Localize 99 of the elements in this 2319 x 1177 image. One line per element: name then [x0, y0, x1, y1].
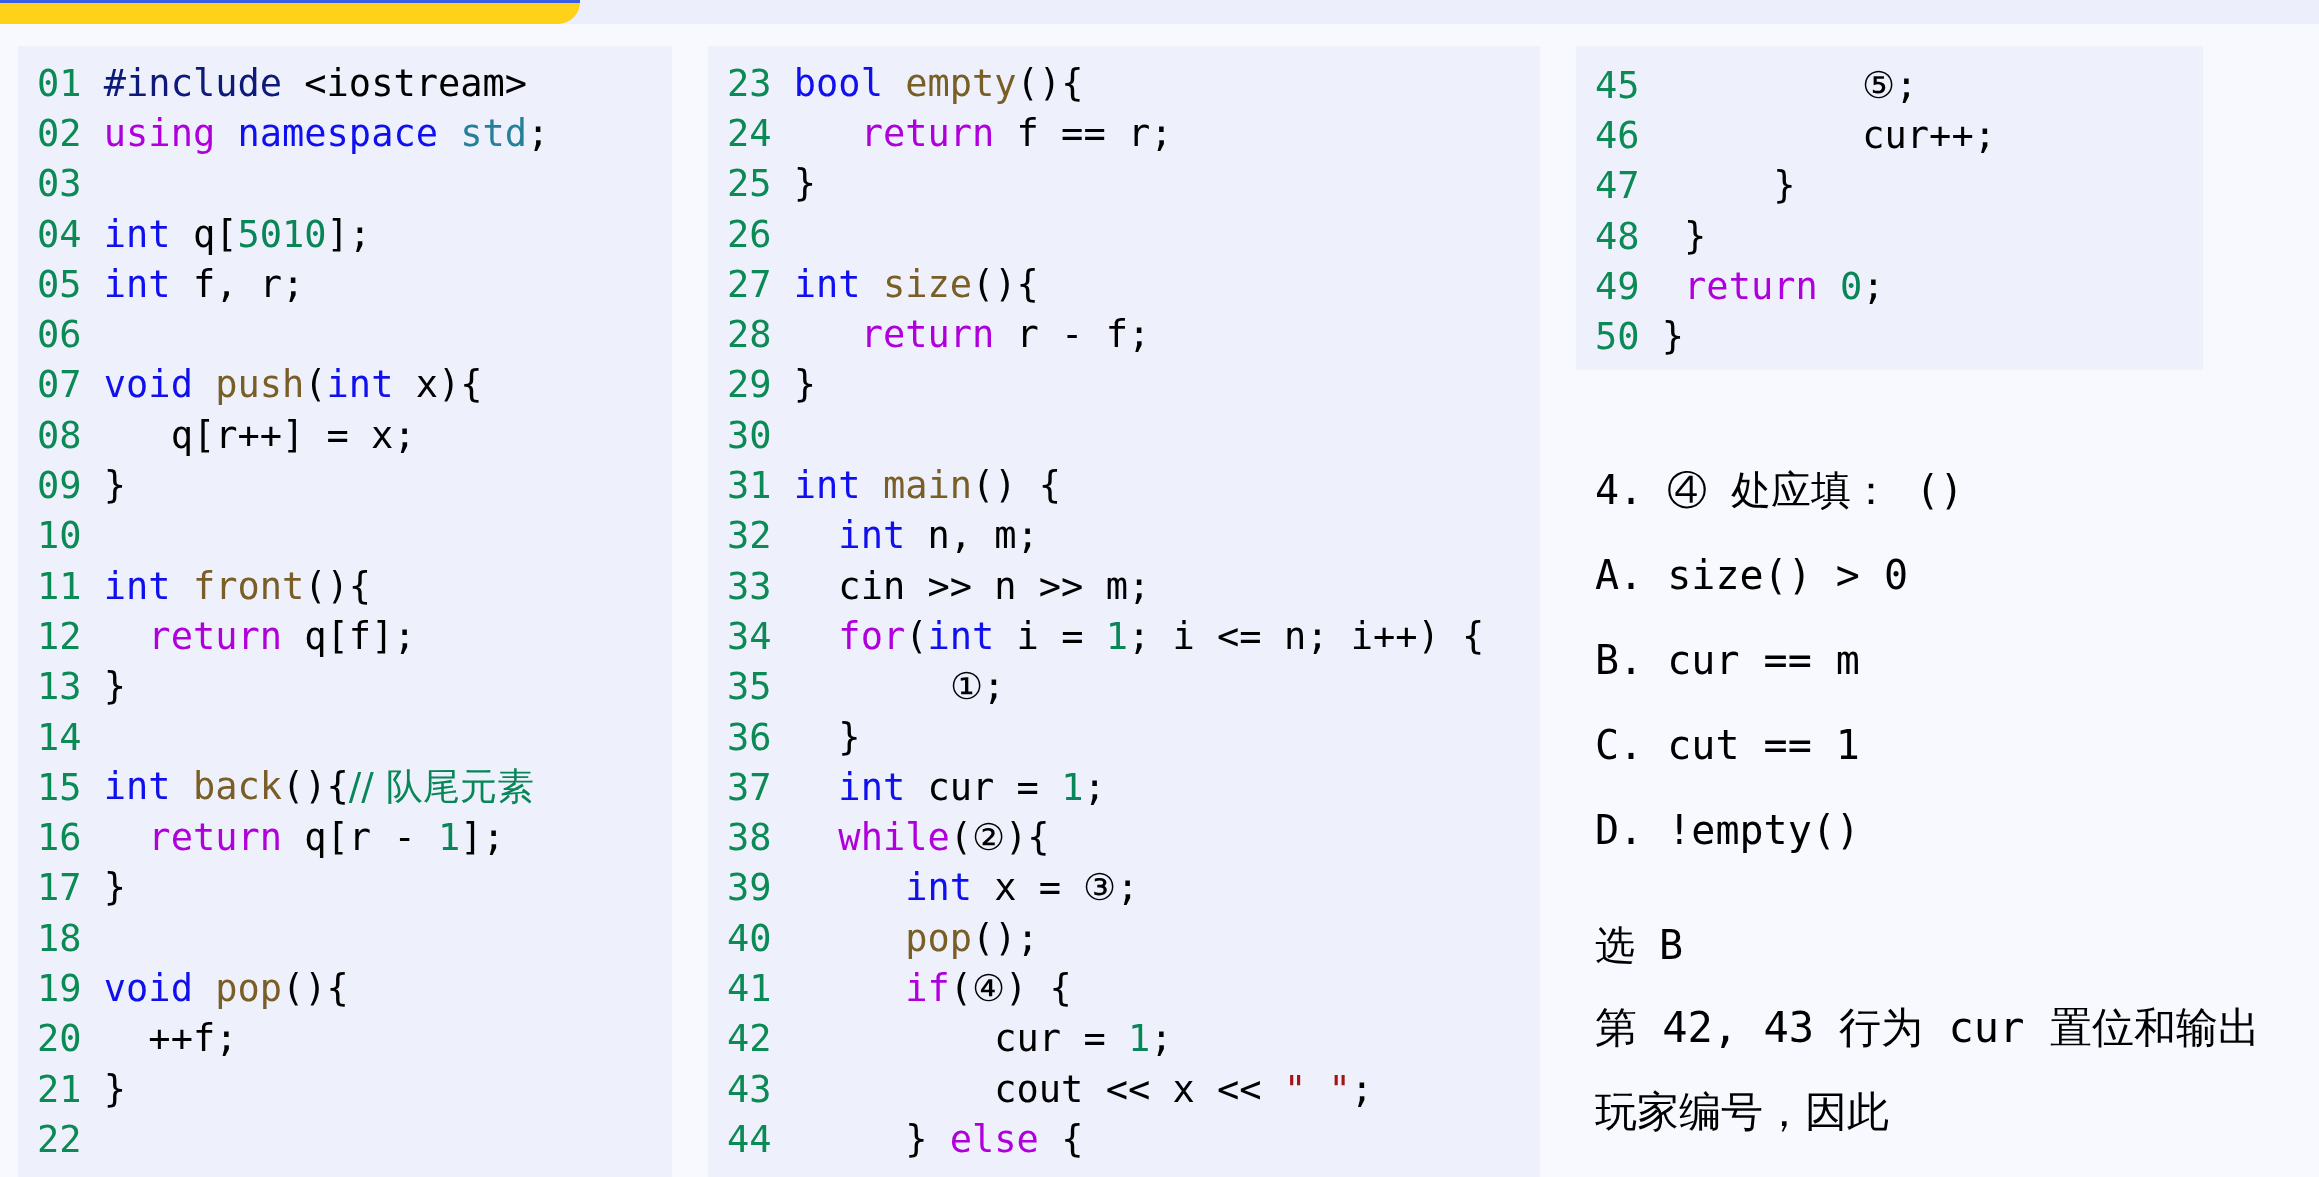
line-number: 24 — [727, 111, 773, 155]
line-number: 34 — [727, 614, 773, 658]
code-line: int q[5010]; — [103, 212, 372, 256]
line-number: 20 — [37, 1017, 83, 1061]
line-number: 45 — [1595, 63, 1641, 107]
line-number: 42 — [727, 1017, 773, 1061]
code-line: q[r++] = x; — [169, 413, 416, 457]
line-number: 02 — [37, 111, 83, 155]
code-line: return 0; — [1683, 264, 1885, 308]
code-line: cur = 1; — [993, 1017, 1173, 1061]
line-number: 50 — [1595, 315, 1641, 359]
answer-option: C. cut == 1 — [1595, 716, 2295, 774]
code-line: } — [1772, 164, 1796, 208]
line-number: 10 — [37, 514, 83, 558]
line-number: 11 — [37, 564, 83, 608]
explanation-text: 第 42, 43 行为 cur 置位和输出玩家编号，因此 — [1595, 1001, 2261, 1138]
line-number: 12 — [37, 614, 83, 658]
code-line: while(②){ — [837, 816, 1050, 860]
code-line: } — [103, 1067, 127, 1111]
code-line: return q[r - 1]; — [147, 816, 505, 860]
code-line: bool empty(){ — [793, 61, 1084, 105]
line-number: 16 — [37, 816, 83, 860]
line-number: 03 — [37, 162, 83, 206]
code-line: } — [793, 363, 817, 407]
line-number: 29 — [727, 363, 773, 407]
line-number: 23 — [727, 61, 773, 105]
line-number: 09 — [37, 464, 83, 507]
code-line: int f, r; — [103, 262, 305, 306]
line-number: 40 — [727, 916, 773, 960]
line-number: 44 — [727, 1117, 773, 1161]
code-line: ①; — [948, 665, 1006, 709]
line-number: 37 — [727, 765, 773, 809]
code-line: #include <iostream> — [103, 61, 528, 105]
code-line: if(④) { — [904, 967, 1072, 1010]
code-line: int back(){// 队尾元素 — [103, 764, 534, 811]
code-line: int size(){ — [793, 262, 1039, 306]
code-line: } — [103, 866, 127, 910]
code-line: ⑤; — [1861, 63, 1918, 107]
line-number: 01 — [37, 61, 83, 105]
line-number: 04 — [37, 212, 83, 256]
line-number: 39 — [727, 866, 773, 910]
code-line: } — [837, 715, 861, 759]
line-number: 14 — [37, 715, 83, 759]
line-number: 15 — [37, 765, 83, 809]
line-number: 22 — [37, 1117, 83, 1161]
line-number: 26 — [727, 212, 773, 256]
code-line: return f == r; — [859, 111, 1173, 155]
line-number: 33 — [727, 564, 773, 608]
line-number: 25 — [727, 162, 773, 206]
code-line: cur++; — [1861, 113, 1996, 157]
line-number: 17 — [37, 866, 83, 910]
code-line: int main() { — [793, 464, 1062, 507]
line-number: 06 — [37, 313, 83, 357]
code-line: } else { — [904, 1117, 1084, 1161]
code-line: void push(int x){ — [103, 363, 483, 407]
line-number: 05 — [37, 262, 83, 306]
line-number: 35 — [727, 665, 773, 709]
code-line: ++f; — [147, 1017, 238, 1061]
question-prompt: 4. ④ 处应填： () — [1595, 465, 1965, 515]
code-line: cin >> n >> m; — [837, 564, 1151, 608]
code-line: int cur = 1; — [837, 765, 1106, 809]
code-line: } — [1661, 315, 1685, 359]
line-number: 08 — [37, 413, 83, 457]
answer-option: D. !empty() — [1595, 801, 2295, 859]
line-number: 31 — [727, 464, 773, 507]
code-line: for(int i = 1; i <= n; i++) { — [837, 614, 1485, 658]
code-line: int x = ③; — [904, 866, 1139, 910]
code-line: return r - f; — [859, 313, 1151, 357]
line-number: 43 — [727, 1067, 773, 1111]
line-number: 30 — [727, 413, 773, 457]
code-line: } — [103, 665, 127, 709]
code-line: using namespace std; — [103, 111, 550, 155]
line-number: 13 — [37, 665, 83, 709]
code-line: } — [1683, 214, 1707, 258]
code-line: pop(); — [904, 916, 1039, 960]
line-number: 48 — [1595, 214, 1641, 258]
line-number: 27 — [727, 262, 773, 306]
line-number: 18 — [37, 916, 83, 960]
line-number: 21 — [37, 1067, 83, 1111]
line-number: 38 — [727, 816, 773, 860]
line-number: 07 — [37, 363, 83, 407]
line-number: 36 — [727, 715, 773, 759]
answer-option: B. cur == m — [1595, 631, 2295, 689]
line-number: 19 — [37, 967, 83, 1010]
line-number: 32 — [727, 514, 773, 558]
line-number: 47 — [1595, 164, 1641, 208]
line-number: 41 — [727, 967, 773, 1010]
code-line: } — [793, 162, 817, 206]
code-line: cout << x << " "; — [993, 1067, 1373, 1111]
code-line: void pop(){ — [103, 967, 349, 1010]
answer-option: A. size() > 0 — [1595, 546, 2295, 604]
code-line: } — [103, 464, 127, 507]
code-line: int n, m; — [837, 514, 1039, 558]
line-number: 46 — [1595, 113, 1641, 157]
line-number: 49 — [1595, 264, 1641, 308]
code-line: return q[f]; — [147, 614, 416, 658]
line-number: 28 — [727, 313, 773, 357]
code-line: int front(){ — [103, 564, 372, 608]
answer-text: 选 B — [1595, 920, 1685, 970]
